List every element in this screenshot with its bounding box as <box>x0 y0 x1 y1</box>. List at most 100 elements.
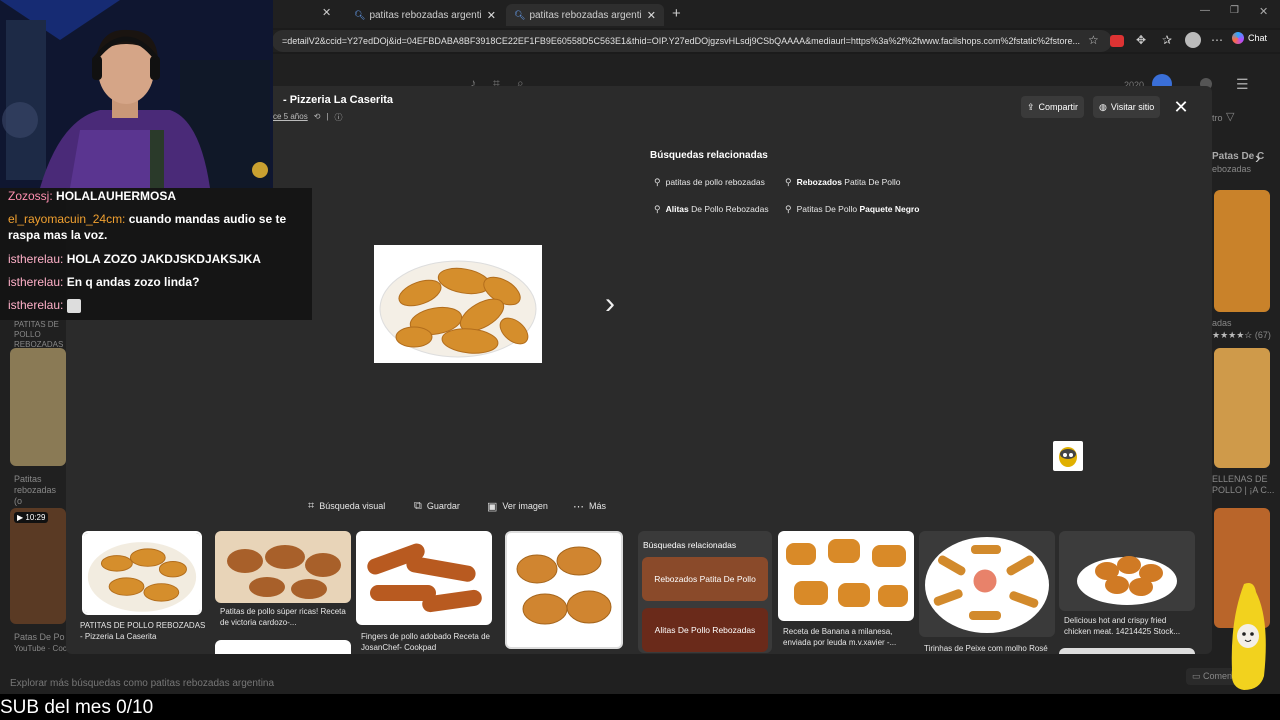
more-button[interactable]: ⋯ Más <box>573 498 606 514</box>
window-close-button[interactable]: ✕ <box>1259 5 1268 18</box>
close-modal-button[interactable]: ✕ <box>1170 96 1192 118</box>
bg-result-caption: ELLENAS DE POLLO | ¡A C... <box>1212 474 1275 495</box>
chat-emote-icon <box>66 298 81 313</box>
stream-chat: Zozossj: HOLALAUHERMOSA el_rayomacuin_24… <box>0 188 312 320</box>
chicken-fingers-photo <box>367 543 482 613</box>
tab-search-2[interactable]: 🔍︎ patitas rebozadas argentina - Búsq ✕ <box>506 4 664 26</box>
tab-close-icon[interactable]: ✕ <box>487 9 496 22</box>
tab-title: patitas rebozadas argentina - Búsq <box>529 9 640 21</box>
search-icon: ⚲ <box>654 176 661 187</box>
related-search-chip[interactable]: ⚲ Rebozados Patita De Pollo <box>785 172 901 192</box>
address-bar[interactable]: =detailV2&ccid=Y27edDOj&id=04EFBDABA8BF3… <box>272 30 1112 52</box>
tab-search-1[interactable]: 🔍︎ patitas rebozadas argentina - Búsq ✕ <box>346 4 504 26</box>
extensions-puzzle-icon[interactable]: ✥ <box>1136 33 1146 47</box>
time-ago: ce 5 años <box>273 112 308 121</box>
search-icon: ⚲ <box>654 203 661 214</box>
video-duration: ▶ 10:29 <box>14 512 49 523</box>
webcam-video <box>0 0 273 188</box>
strip-image-partial[interactable] <box>215 640 351 654</box>
strip-caption: Fingers de pollo adobado Receta de Josan… <box>361 632 490 652</box>
strip-image[interactable] <box>919 531 1055 637</box>
view-image-button[interactable]: ▣ Ver imagen <box>487 498 548 514</box>
new-tab-button[interactable]: + <box>672 5 681 22</box>
image-source-title[interactable]: - Pizzeria La Caserita <box>283 94 393 106</box>
strip-image[interactable] <box>215 531 351 603</box>
visual-search-button[interactable]: ⌗ Búsqueda visual <box>308 498 385 514</box>
chat-label: Chat <box>1248 33 1268 43</box>
favorite-star-icon[interactable]: ☆ <box>1088 33 1099 47</box>
more-menu-icon[interactable]: ⋯ <box>1211 33 1223 47</box>
chevron-right-icon[interactable]: › <box>1255 150 1260 168</box>
chat-message: istherelau: En q andas zozo linda? <box>8 275 200 289</box>
filter-icon[interactable]: ▽ <box>1226 110 1234 123</box>
hamburger-menu-icon[interactable]: ☰ <box>1236 76 1249 93</box>
banana-cat-icon <box>1231 583 1266 690</box>
strip-image-partial[interactable] <box>1059 648 1195 654</box>
related-search-chip[interactable]: ⚲ Alitas De Pollo Rebozadas <box>654 199 769 219</box>
strip-caption: Patitas de pollo súper ricas! Receta de … <box>220 607 346 627</box>
bg-result-caption: adas <box>1212 318 1232 328</box>
tab-close-icon[interactable]: ✕ <box>322 6 331 19</box>
nuggets-photo <box>516 546 612 625</box>
fried-chicken-photo <box>374 245 542 363</box>
search-favicon-icon: 🔍︎ <box>354 9 366 20</box>
search-favicon-icon: 🔍︎ <box>514 9 526 20</box>
related-search-chip[interactable]: ⚲ patitas de pollo rebozadas <box>654 172 765 192</box>
share-icon: ⇪ <box>1027 101 1035 112</box>
banana-cat-overlay <box>1224 580 1274 692</box>
visit-site-button[interactable]: ◍ Visitar sitio <box>1093 96 1161 118</box>
sub-goal-text: SUB del mes 0/10 <box>0 697 154 718</box>
bg-rating: ★★★★☆ (67) <box>1212 330 1271 340</box>
tab-title: patitas rebozadas argentina - Búsq <box>369 9 480 21</box>
strip-caption: PATITAS DE POLLO REBOZADAS - Pizzeria La… <box>80 621 206 641</box>
strip-caption: Receta de Banana a milanesa, enviada por… <box>783 627 897 647</box>
strip-image[interactable] <box>1059 531 1195 611</box>
profile-avatar[interactable] <box>1185 32 1201 48</box>
bg-result-image[interactable] <box>1214 348 1270 468</box>
save-button[interactable]: ⧉ Guardar <box>414 498 460 514</box>
tab-close-icon[interactable]: ✕ <box>647 9 656 22</box>
extension-icon[interactable] <box>1110 35 1124 47</box>
maximize-button[interactable]: ❐ <box>1230 5 1239 16</box>
nuggets-photo <box>84 533 200 613</box>
fried-chicken-photo <box>227 545 341 599</box>
image-source-meta: ce 5 años ⟲ | ⓘ <box>273 112 342 123</box>
next-image-arrow-icon[interactable]: › <box>598 286 622 322</box>
related-search-chip[interactable]: ⚲ Patitas De Pollo Paquete Negro <box>785 199 919 219</box>
visit-site-label: Visitar sitio <box>1110 102 1155 112</box>
globe-icon: ◍ <box>1099 101 1107 112</box>
bg-video-thumb[interactable] <box>10 508 66 624</box>
strip-image[interactable] <box>505 531 623 649</box>
info-icon[interactable]: ⓘ <box>334 112 342 123</box>
favorites-icon[interactable]: ✰ <box>1162 33 1172 47</box>
breaded-banana-photo <box>786 539 908 607</box>
bg-result-image[interactable] <box>10 348 66 466</box>
strip-image-selected[interactable] <box>82 531 202 615</box>
save-icon: ⧉ <box>414 499 422 512</box>
more-dots-icon: ⋯ <box>573 500 584 513</box>
bg-result-caption: Patas De Po <box>14 632 65 642</box>
main-image[interactable] <box>374 245 542 363</box>
history-icon: ⟲ <box>313 112 321 121</box>
separator: | <box>326 112 329 121</box>
bg-result-source: YouTube · Cocin <box>14 644 73 653</box>
bg-related-sub: ebozadas <box>1212 164 1252 174</box>
strip-caption: Delicious hot and crispy fried chicken m… <box>1064 616 1181 636</box>
strip-caption: Tirinhas de Peixe com molho Rosé <box>924 644 1048 653</box>
copilot-icon <box>1232 32 1244 44</box>
rating-stars-icon: ★★★★☆ <box>1212 330 1253 340</box>
fried-chicken-photo <box>1077 556 1177 605</box>
character-sticker-icon <box>1059 447 1077 467</box>
copilot-chat-button[interactable]: Chat <box>1232 32 1267 44</box>
sub-goal-bar <box>0 694 1280 720</box>
related-card-item[interactable]: Alitas De Pollo Rebozadas <box>642 608 768 652</box>
minimize-button[interactable]: — <box>1200 5 1210 16</box>
related-card-item[interactable]: Rebozados Patita De Pollo <box>642 557 768 601</box>
chat-message: istherelau: <box>8 297 308 313</box>
strip-image[interactable] <box>778 531 914 621</box>
strip-image[interactable] <box>356 531 492 625</box>
share-button[interactable]: ⇪ Compartir <box>1021 96 1085 118</box>
chat-message: el_rayomacuin_24cm: cuando mandas audio … <box>8 212 287 242</box>
sticker-emote <box>1053 441 1083 471</box>
bg-result-image[interactable] <box>1214 190 1270 312</box>
